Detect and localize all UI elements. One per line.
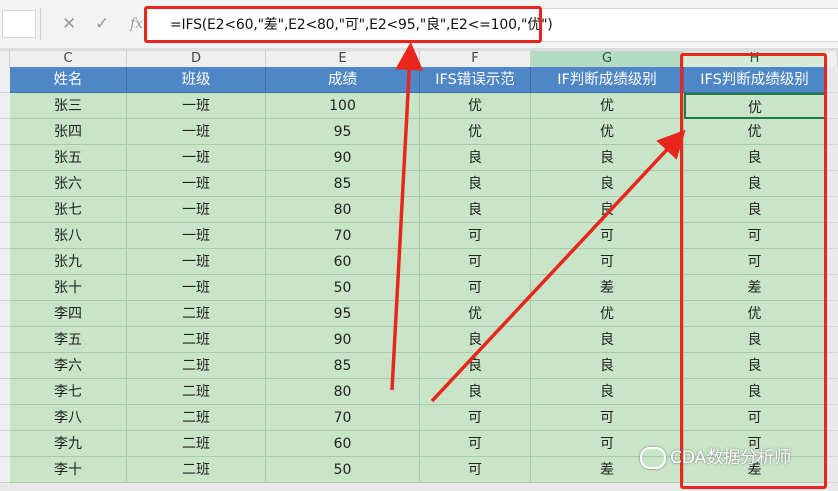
watermark-text: CDA数据分析师 bbox=[670, 448, 792, 468]
arrow-to-ifs-column bbox=[430, 129, 686, 403]
wechat-icon bbox=[640, 447, 666, 469]
annotation-arrows bbox=[390, 42, 686, 403]
arrow-to-formula bbox=[390, 42, 424, 391]
watermark: CDA数据分析师 bbox=[640, 443, 791, 469]
